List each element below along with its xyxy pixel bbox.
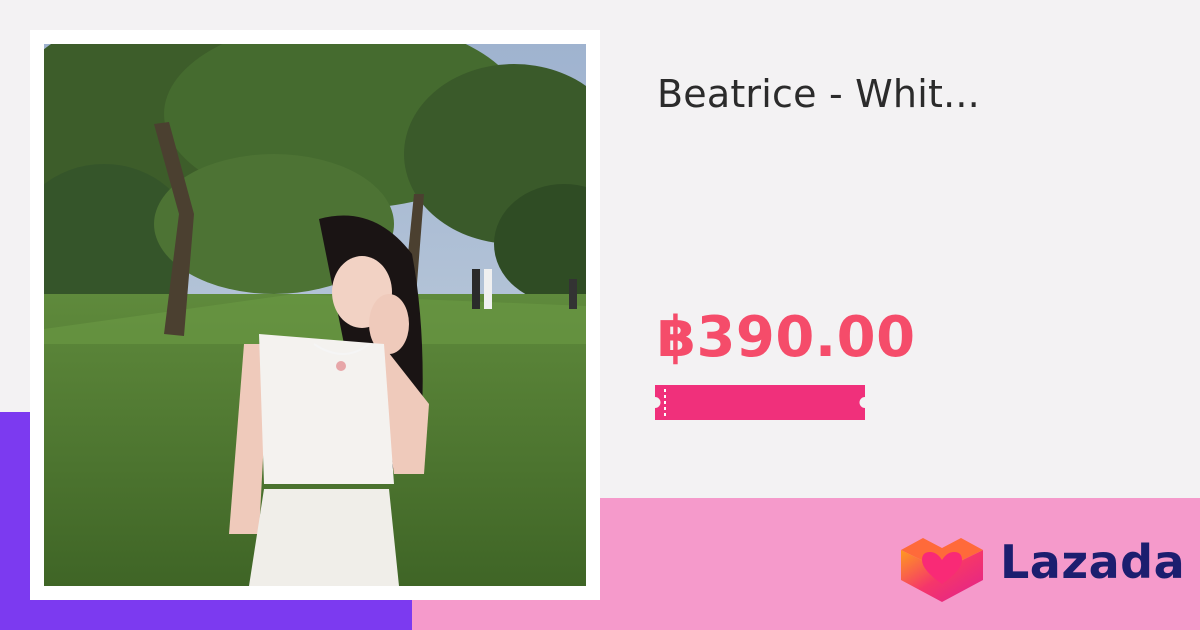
product-photo-illustration (44, 44, 586, 586)
product-photo[interactable] (44, 44, 586, 586)
lazada-logo-text: Lazada (1000, 535, 1186, 589)
product-title[interactable]: Beatrice - Whit... (657, 72, 980, 116)
lazada-heart-box-icon (901, 538, 983, 602)
product-price: ฿390.00 (657, 305, 916, 370)
voucher-ticket-icon[interactable] (655, 385, 865, 420)
product-image-frame (30, 30, 600, 600)
